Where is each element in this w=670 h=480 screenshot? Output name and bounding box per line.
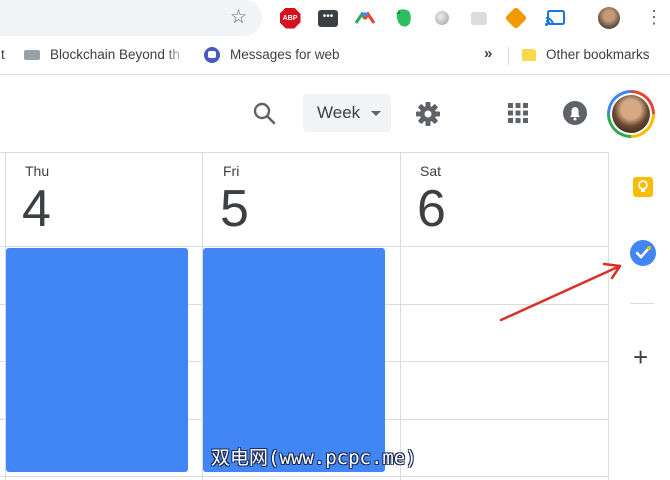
address-bar[interactable] — [0, 0, 262, 36]
grid-row-line — [0, 246, 608, 247]
bookmark-blockchain-label: Blockchain Beyond th — [50, 47, 180, 62]
adblock-plus-label: ABP — [279, 7, 301, 29]
extension-camera-icon[interactable] — [468, 7, 490, 29]
chevron-down-icon — [371, 111, 381, 116]
day-of-week: Fri — [223, 163, 240, 179]
tasks-check-icon[interactable] — [630, 240, 656, 266]
grid-column-line — [400, 153, 401, 480]
add-addon-button[interactable]: + — [633, 344, 648, 370]
bookmark-messages-label: Messages for web — [230, 47, 340, 62]
day-of-week: Sat — [420, 163, 442, 179]
day-header-sat[interactable]: Sat 6 — [400, 153, 596, 245]
folder-icon — [522, 49, 536, 62]
gear-icon[interactable] — [413, 99, 443, 129]
calendar-event-thu[interactable] — [6, 248, 188, 472]
messages-icon — [204, 47, 220, 64]
view-select-dropdown[interactable]: Week — [303, 94, 391, 132]
day-number[interactable]: 5 — [220, 179, 249, 239]
day-number[interactable]: 6 — [417, 179, 446, 239]
day-number[interactable]: 4 — [22, 179, 51, 239]
extension-arc-icon[interactable] — [354, 7, 376, 29]
keep-lightbulb-icon[interactable] — [632, 176, 654, 198]
day-header-thu[interactable]: Thu 4 — [5, 153, 201, 245]
calendar-header: Week — [0, 75, 670, 152]
bookmark-star-icon[interactable]: ☆ — [230, 8, 247, 28]
extension-circle-icon[interactable] — [431, 7, 453, 29]
adblock-plus-icon[interactable]: ABP — [279, 7, 301, 29]
bookmark-partial[interactable]: t — [1, 47, 5, 62]
view-select-label: Week — [317, 103, 361, 122]
day-header-fri[interactable]: Fri 5 — [203, 153, 399, 245]
apps-grid-icon[interactable] — [506, 101, 530, 125]
search-icon[interactable] — [250, 99, 280, 129]
grid-row-line — [0, 476, 608, 477]
account-avatar[interactable] — [607, 90, 655, 138]
bookmark-favicon-icon — [24, 50, 40, 61]
browser-menu-icon[interactable]: ⋮ — [645, 7, 663, 27]
watermark-text: 双电网(www.pcpc.me) — [211, 447, 417, 469]
bookmarks-bar: t Blockchain Beyond th Messages for web … — [0, 38, 670, 72]
bookmarks-divider — [508, 47, 509, 65]
cast-icon[interactable] — [544, 7, 566, 29]
extension-dots-icon[interactable]: ••• — [317, 7, 339, 29]
calendar-event-fri[interactable] — [203, 248, 385, 472]
browser-profile-avatar[interactable] — [598, 7, 620, 29]
bookmark-other[interactable]: Other bookmarks — [522, 47, 650, 62]
extension-dots-label: ••• — [318, 9, 338, 27]
day-of-week: Thu — [25, 163, 50, 179]
bookmarks-overflow-button[interactable]: » — [484, 45, 492, 62]
bookmark-blockchain[interactable]: Blockchain Beyond th — [24, 47, 189, 62]
bookmark-other-label: Other bookmarks — [546, 47, 650, 62]
evernote-icon[interactable] — [393, 7, 415, 29]
side-panel-border — [608, 152, 609, 480]
bookmark-messages[interactable]: Messages for web — [204, 47, 340, 64]
notifications-bell-icon[interactable] — [562, 100, 588, 126]
side-panel-divider — [630, 303, 654, 304]
extension-tag-icon[interactable] — [504, 6, 528, 30]
